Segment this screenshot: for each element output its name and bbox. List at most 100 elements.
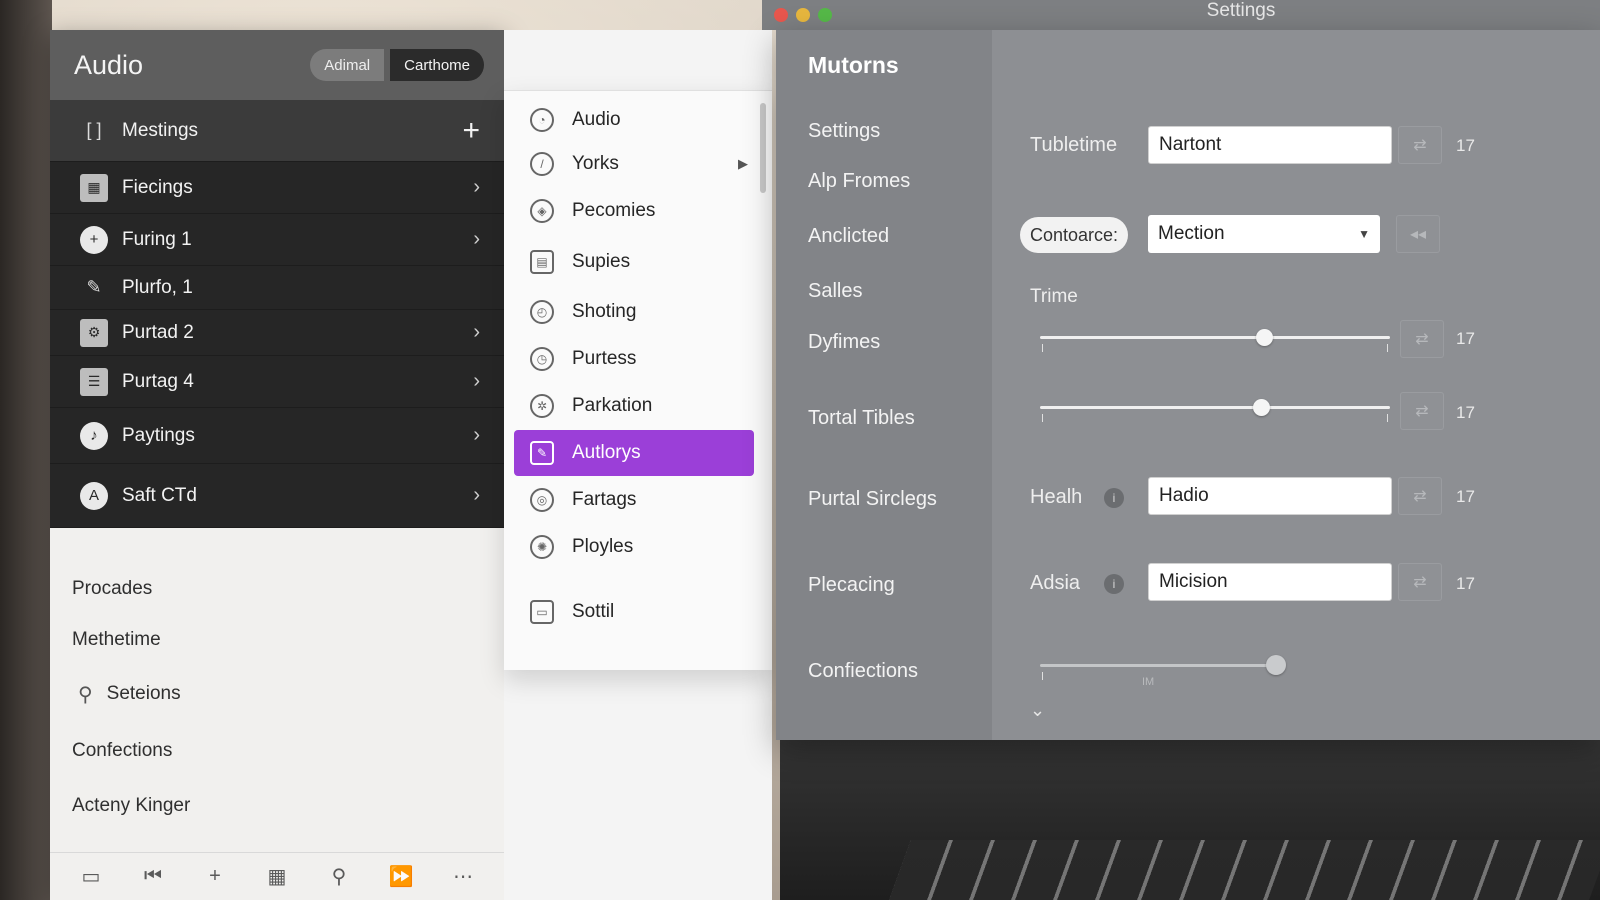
monitor-icon[interactable]: ▭	[73, 864, 109, 889]
menu-item-pecomies[interactable]: ◈ Pecomies	[514, 187, 754, 235]
chevron-right-icon: ›	[473, 424, 480, 446]
info-icon[interactable]: i	[1104, 488, 1124, 508]
grid-icon: ▦	[80, 173, 108, 202]
slider-thumb[interactable]	[1256, 329, 1273, 346]
nav-row-mestings[interactable]: [ ] Mestings +	[50, 100, 504, 162]
settings-nav-settings[interactable]: Settings	[808, 120, 880, 143]
confiections-slider[interactable]	[1040, 654, 1286, 680]
pie-icon: ◴	[530, 300, 554, 324]
audio-panel-title: Audio	[74, 49, 144, 80]
settings-nav-confiections[interactable]: Confiections	[808, 660, 918, 683]
nav-row-label: Furing 1	[122, 228, 192, 250]
settings-nav-salles[interactable]: Salles	[808, 280, 862, 303]
chevron-right-icon: ›	[473, 370, 480, 392]
menu-item-purtess[interactable]: ◷ Purtess	[514, 336, 754, 382]
adsia-input[interactable]: Micision	[1148, 563, 1392, 601]
menu-item-audio[interactable]: ◔ Audio	[514, 99, 754, 141]
menu-item-label: Yorks	[572, 153, 619, 174]
menu-item-label: Fartags	[572, 489, 637, 510]
menu-item-label: Shoting	[572, 301, 637, 322]
nav-row-fiecings[interactable]: ▦ Fiecings ›	[50, 162, 504, 214]
microphone-icon[interactable]: ⚲	[321, 864, 357, 889]
settings-nav-purtal-sirclegs[interactable]: Purtal Sirclegs	[808, 488, 937, 511]
slider-thumb[interactable]	[1252, 399, 1270, 416]
menu-divider	[504, 571, 772, 589]
menu-item-sottil[interactable]: ▭ Sottil	[514, 589, 754, 635]
nav-row-paytings[interactable]: ♪ Paytings ›	[50, 408, 504, 464]
menu-item-label: Autlorys	[572, 442, 641, 463]
tubletime-input[interactable]: Nartont	[1148, 126, 1392, 164]
plus-icon[interactable]: +	[197, 865, 233, 888]
nav-row-label: Paytings	[122, 424, 195, 446]
settings-nav-alp-fromes[interactable]: Alp Fromes	[808, 170, 910, 193]
segment-adimal[interactable]: Adimal	[310, 49, 385, 81]
link-icon[interactable]: ⇄	[1400, 320, 1444, 358]
nav-row-saft-ctd[interactable]: A Saft CTd ›	[50, 464, 504, 528]
audio-panel: Audio Adimal Carthome [ ] Mestings + ▦ F…	[50, 30, 504, 900]
menu-item-yorks[interactable]: / Yorks ▶	[514, 142, 754, 186]
submenu-arrow-icon: ▶	[738, 156, 748, 171]
link-icon[interactable]: ⇄	[1400, 392, 1444, 430]
skip-back-icon[interactable]: ⏮	[135, 865, 171, 888]
rewind-icon[interactable]: ◂◂	[1396, 215, 1440, 253]
contoarce-pill[interactable]: Contoarce:	[1020, 217, 1129, 253]
slider-tick	[1042, 344, 1043, 352]
menu-item-parkation[interactable]: ✲ Parkation	[514, 383, 754, 429]
healh-input[interactable]: Hadio	[1148, 477, 1392, 515]
link-icon[interactable]: ⇄	[1398, 563, 1442, 601]
menu-item-ployles[interactable]: ✺ Ployles	[514, 524, 754, 570]
adsia-count: 17	[1456, 574, 1475, 593]
list-icon: ☰	[80, 367, 108, 396]
nav-row-label: Mestings	[122, 119, 199, 141]
settings-nav-anclicted[interactable]: Anclicted	[808, 225, 889, 248]
contoarce-select[interactable]: Mection ▼	[1148, 215, 1380, 253]
list-item-confections[interactable]: Confections	[50, 724, 504, 778]
segment-carthome[interactable]: Carthome	[390, 49, 484, 81]
list-item-methetime[interactable]: Methetime	[50, 616, 504, 664]
pen-icon: ✎	[86, 277, 102, 297]
clock-icon: /	[530, 152, 554, 176]
trime-slider-1[interactable]	[1040, 326, 1390, 352]
menu-item-label: Ployles	[572, 536, 634, 557]
bracket-icon: [ ]	[86, 120, 102, 140]
trime-slider-2[interactable]	[1040, 396, 1390, 422]
link-icon[interactable]: ⇄	[1398, 477, 1442, 515]
slider-tick	[1042, 414, 1043, 422]
menu-item-fartags[interactable]: ◎ Fartags	[514, 477, 754, 523]
list-item-label: Acteny Kinger	[72, 795, 191, 816]
fast-forward-icon[interactable]: ⏩	[383, 864, 419, 889]
list-item-procades[interactable]: Procades	[50, 562, 504, 616]
plus-icon[interactable]: +	[462, 114, 480, 148]
chevron-down-icon[interactable]: ⌄	[1030, 700, 1045, 721]
menu-item-supies[interactable]: ▤ Supies	[514, 236, 754, 288]
contoarce-select-value: Mection	[1158, 223, 1225, 244]
nav-row-plurfo-1[interactable]: ✎ Plurfo, 1	[50, 266, 504, 310]
settings-nav-dyfimes[interactable]: Dyfimes	[808, 331, 880, 354]
audio-icon: ◔	[530, 108, 554, 132]
gear-icon: ⚙	[80, 318, 108, 347]
nav-row-furing-1[interactable]: + Furing 1 ›	[50, 214, 504, 266]
settings-window-title: Settings	[1206, 0, 1276, 21]
shield-icon: ◈	[530, 199, 554, 223]
list-item-acteny-kinger[interactable]: Acteny Kinger	[50, 778, 504, 834]
nav-row-purtag-4[interactable]: ☰ Purtag 4 ›	[50, 356, 504, 408]
settings-nav-tortal-tibles[interactable]: Tortal Tibles	[808, 407, 915, 430]
menu-item-autlorys[interactable]: ✎ Autlorys	[514, 430, 754, 476]
grid-icon[interactable]: ▦	[259, 864, 295, 889]
link-icon[interactable]: ⇄	[1398, 126, 1442, 164]
aperture-icon: ✲	[530, 394, 554, 418]
menu-item-label: Pecomies	[572, 200, 656, 221]
nav-row-purtad-2[interactable]: ⚙ Purtad 2 ›	[50, 310, 504, 356]
settings-sidebar-title: Mutorns	[808, 52, 899, 78]
tag-icon: ◎	[530, 488, 554, 512]
menu-item-shoting[interactable]: ◴ Shoting	[514, 289, 754, 335]
healh-count: 17	[1456, 487, 1475, 506]
slider-thumb[interactable]	[1266, 655, 1286, 675]
menu-scrollbar[interactable]	[760, 103, 766, 193]
list-item-seteions[interactable]: ⚲ Seteions	[50, 664, 504, 724]
info-icon[interactable]: i	[1104, 574, 1124, 594]
more-icon[interactable]: ⋯	[445, 864, 481, 889]
chevron-right-icon: ›	[473, 228, 480, 250]
list-item-label: Methetime	[72, 629, 161, 650]
settings-nav-plecacing[interactable]: Plecacing	[808, 574, 895, 597]
